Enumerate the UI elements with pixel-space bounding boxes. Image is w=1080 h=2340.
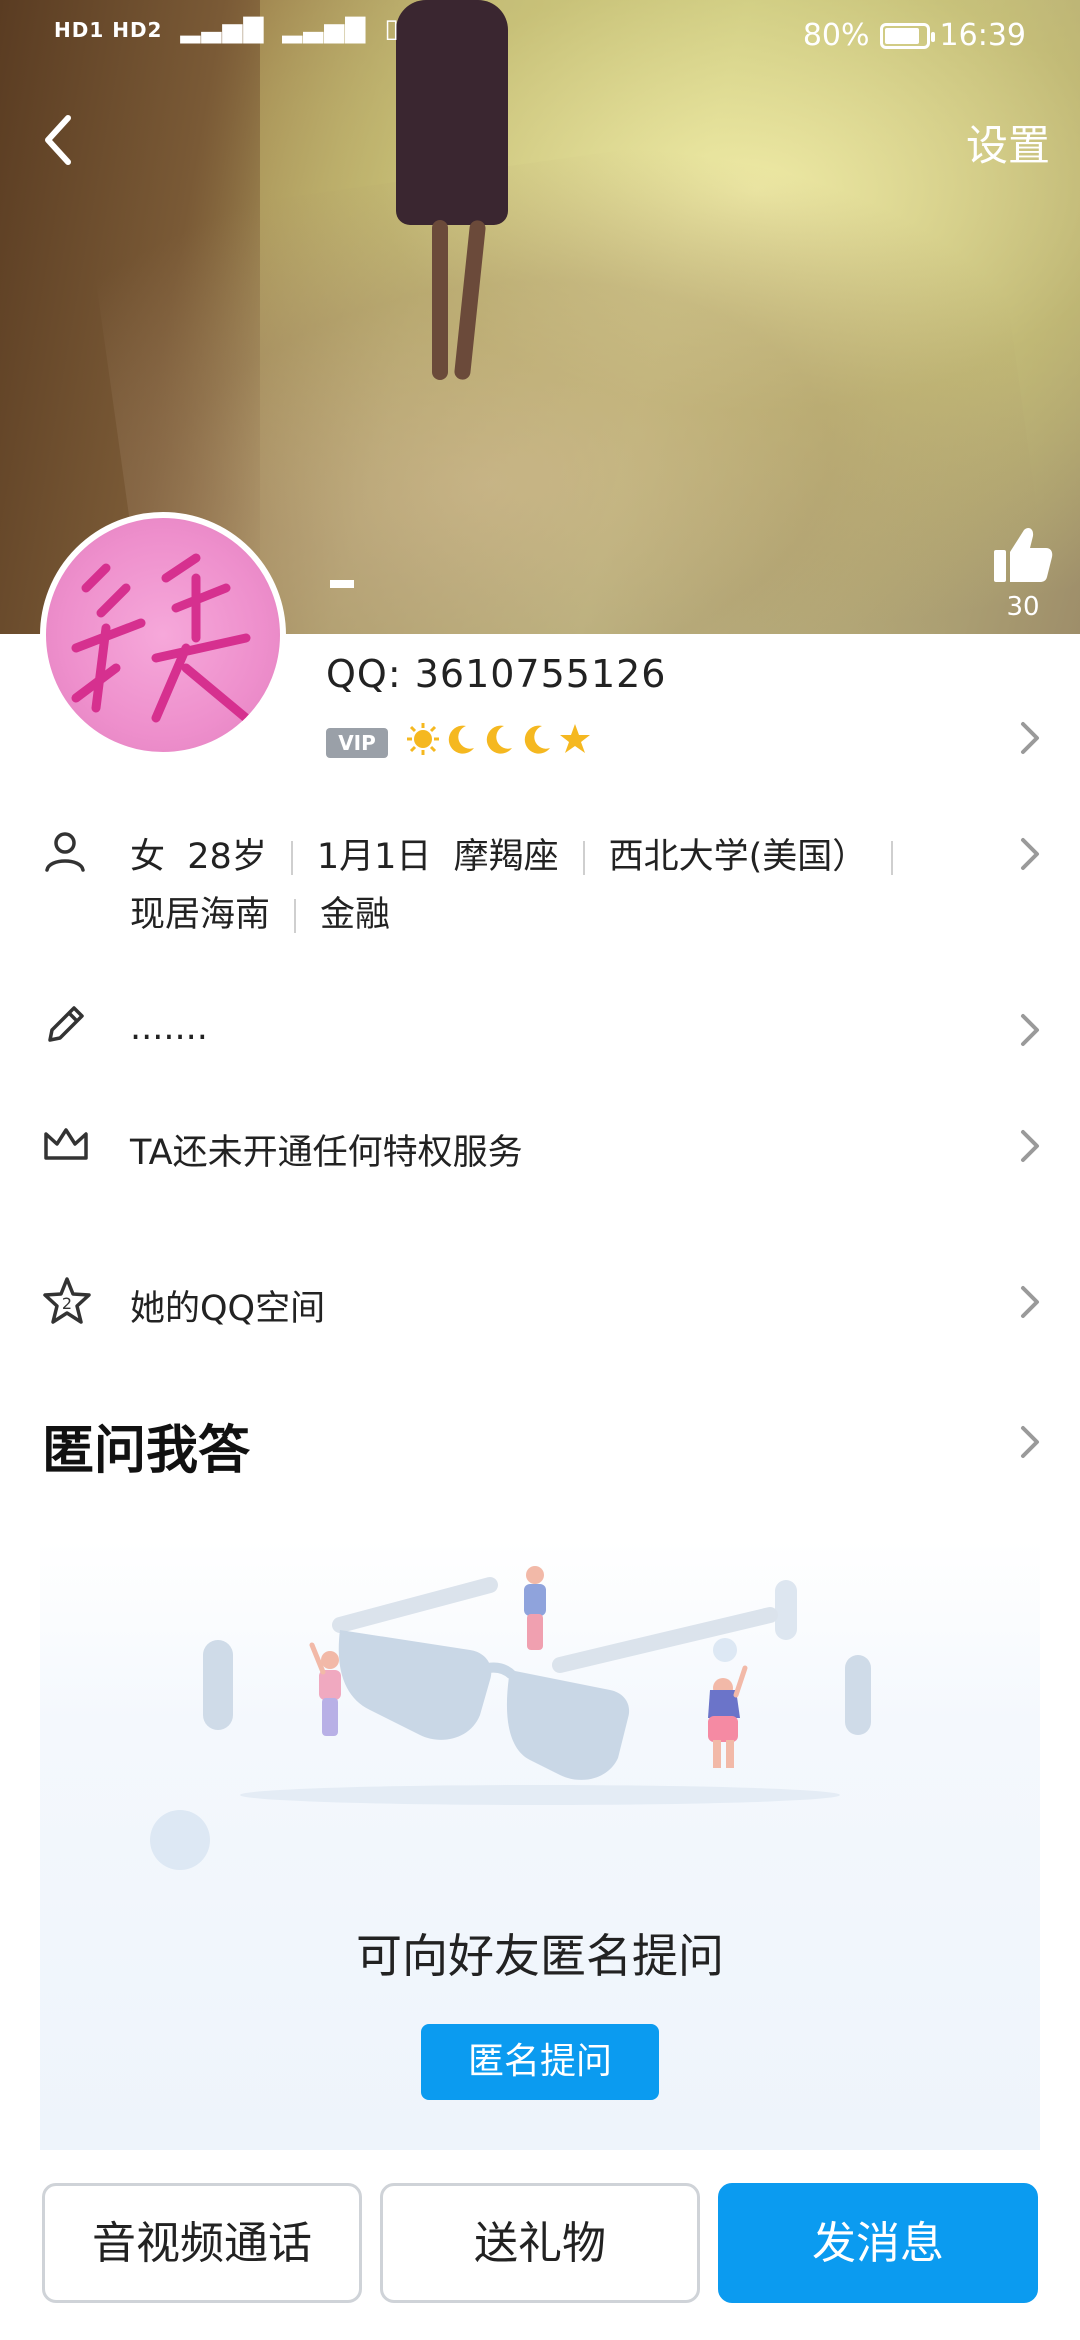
status-left: HD1 HD2 ▂▃▅▇ ▂▃▅▇ ▯	[54, 14, 400, 44]
signal-icon: ▂▃▅▇	[282, 14, 367, 44]
nickname	[330, 580, 354, 588]
qzone-star-icon: 2	[42, 1276, 92, 1330]
anonymous-qa-title[interactable]: 匿问我答	[42, 1408, 250, 1483]
status-right: 80% 16:39	[803, 18, 1026, 53]
chevron-right-icon[interactable]	[1018, 1010, 1042, 1054]
school: 西北大学(美国）	[608, 837, 868, 877]
anonymous-qa-card: 可向好友匿名提问 匿名提问	[40, 1540, 1040, 2150]
qzone-text[interactable]: 她的QQ空间	[130, 1280, 325, 1331]
status-bar: HD1 HD2 ▂▃▅▇ ▂▃▅▇ ▯ 80% 16:39	[0, 0, 1080, 72]
privilege-text[interactable]: TA还未开通任何特权服务	[130, 1124, 523, 1175]
moon-icon	[486, 725, 512, 754]
chevron-right-icon[interactable]	[1018, 1282, 1042, 1326]
thumbs-up-icon	[994, 528, 1053, 582]
av-call-button[interactable]: 音视频通话	[42, 2183, 362, 2303]
person-figure	[708, 1665, 748, 1768]
sun-icon	[407, 723, 439, 755]
pencil-icon	[42, 1002, 88, 1052]
separator	[891, 841, 894, 875]
like-count: 30	[1006, 592, 1040, 622]
ask-anonymously-button[interactable]: 匿名提问	[421, 2024, 659, 2100]
clock: 16:39	[939, 18, 1026, 53]
residence: 现居海南	[130, 895, 271, 935]
chevron-right-icon[interactable]	[1018, 1422, 1042, 1466]
star-icon	[560, 724, 590, 753]
svg-text:2: 2	[62, 1294, 72, 1313]
send-message-button[interactable]: 发消息	[718, 2183, 1038, 2303]
send-gift-button[interactable]: 送礼物	[380, 2183, 700, 2303]
hd-badges: HD1 HD2	[54, 18, 163, 42]
moon-icon	[524, 725, 550, 754]
battery-icon	[879, 22, 935, 49]
vibrate-icon: ▯	[384, 14, 400, 44]
person-icon	[42, 828, 88, 878]
person-figure	[524, 1566, 546, 1650]
like-button[interactable]: 30	[992, 524, 1054, 628]
qq-level-icons[interactable]	[406, 722, 592, 756]
personal-info-line2[interactable]: 现居海南 金融	[130, 886, 390, 937]
qq-label: QQ:	[326, 652, 402, 696]
signature-text[interactable]: .......	[130, 1008, 208, 1048]
qq-number-row: QQ: 3610755126	[326, 652, 667, 696]
industry: 金融	[320, 895, 391, 935]
chevron-right-icon[interactable]	[1018, 718, 1042, 762]
crown-icon	[42, 1124, 90, 1168]
avatar[interactable]	[40, 512, 286, 758]
vip-badge[interactable]: VIP	[326, 728, 388, 758]
person-figure	[309, 1642, 341, 1736]
separator	[294, 899, 297, 933]
birthday: 1月1日	[316, 837, 432, 877]
separator	[290, 841, 293, 875]
signal-icon: ▂▃▅▇	[180, 14, 265, 44]
anonymous-caption: 可向好友匿名提问	[356, 1929, 724, 1983]
separator	[582, 841, 585, 875]
age: 28岁	[187, 837, 267, 877]
qq-number: 3610755126	[414, 652, 667, 696]
personal-info-line1[interactable]: 女 28岁 1月1日 摩羯座 西北大学(美国）	[130, 828, 917, 879]
cover-figure-leg	[432, 220, 448, 380]
back-button[interactable]	[36, 110, 86, 170]
avatar-image	[71, 553, 251, 723]
chevron-right-icon[interactable]	[1018, 834, 1042, 878]
settings-button[interactable]: 设置	[966, 112, 1050, 173]
zodiac: 摩羯座	[453, 837, 559, 877]
glasses-illustration	[150, 1566, 871, 1870]
chevron-right-icon[interactable]	[1018, 1126, 1042, 1170]
chevron-left-icon	[45, 115, 71, 165]
gender: 女	[130, 837, 166, 877]
battery-percent: 80%	[802, 18, 870, 53]
moon-icon	[448, 725, 474, 754]
